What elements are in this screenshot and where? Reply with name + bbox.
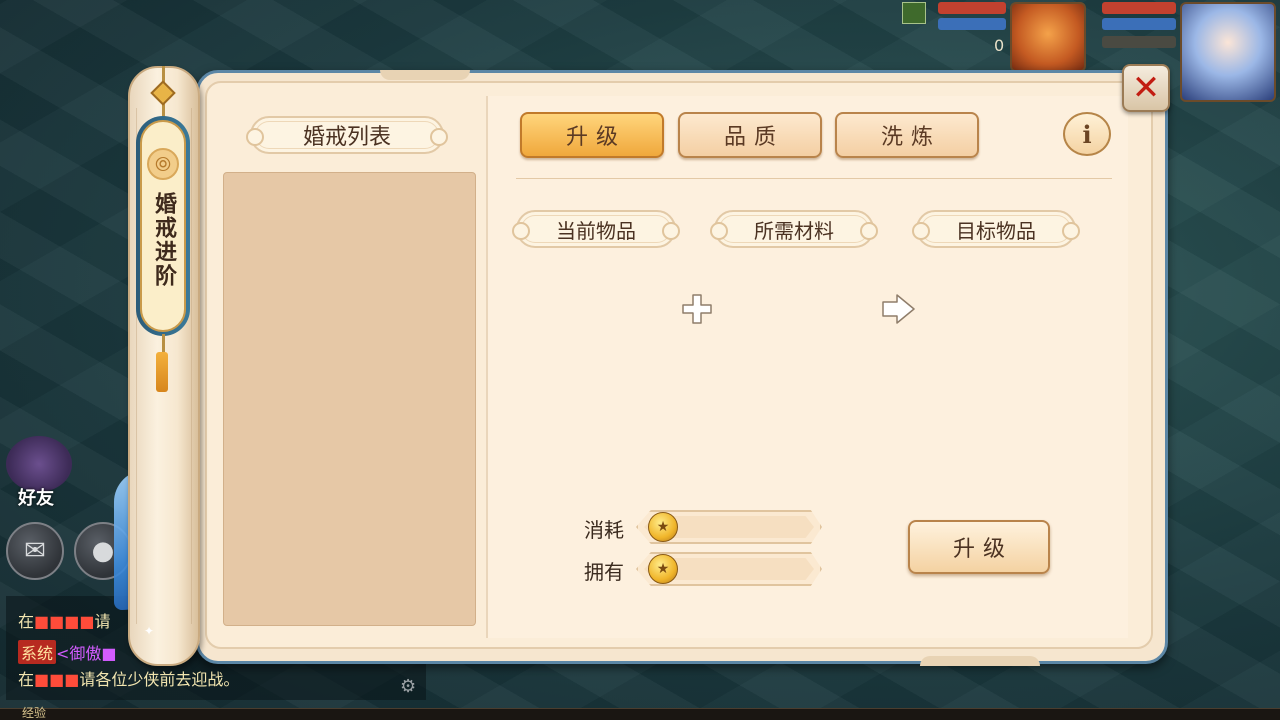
- target-item-plate: 目标物品: [912, 210, 1080, 248]
- tab-divider-line: [516, 178, 1112, 179]
- info-button[interactable]: i: [1063, 112, 1111, 156]
- chat-line-3: 在■■■请各位少侠前去迎战。: [18, 670, 240, 689]
- coin-icon: ★: [648, 512, 678, 542]
- tassel-decoration: [156, 352, 168, 392]
- pet-hp-bar: [938, 2, 1006, 14]
- buff-icon[interactable]: [902, 2, 926, 24]
- coin-icon: ★: [648, 554, 678, 584]
- ring-list-title: 婚戒列表: [302, 125, 391, 150]
- required-material-label: 所需材料: [754, 218, 834, 243]
- ring-list[interactable]: [223, 172, 476, 626]
- page-curl-top: [380, 70, 470, 80]
- tab-upgrade[interactable]: 升级: [520, 112, 664, 158]
- sparkle-icon: ✦: [144, 624, 155, 638]
- hero-mp-bar: [1102, 18, 1176, 30]
- chat-bubble-icon[interactable]: ✉: [6, 522, 64, 580]
- experience-label: 经验: [22, 706, 47, 720]
- required-material-plate: 所需材料: [710, 210, 878, 248]
- experience-bar: [0, 708, 1280, 720]
- pet-mp-bar: [938, 18, 1006, 30]
- current-item-label: 当前物品: [556, 218, 636, 243]
- tab-upgrade-label: 升级: [565, 125, 626, 150]
- side-title-tag-inner: ⦾ 婚戒进阶: [140, 120, 186, 332]
- plus-icon: [682, 294, 712, 324]
- close-button[interactable]: ✕: [1122, 64, 1170, 112]
- side-title: 婚戒进阶: [151, 192, 176, 288]
- chat-line-2: 系统 <御傲■: [18, 640, 117, 664]
- tab-quality[interactable]: 品质: [678, 112, 822, 158]
- info-icon: i: [1082, 119, 1092, 149]
- pet-level-number: 0: [994, 36, 1005, 55]
- ring-list-title-plate: 婚戒列表: [246, 116, 448, 154]
- hero-portrait[interactable]: [1180, 2, 1276, 102]
- hero-exp-bar: [1102, 36, 1176, 48]
- upgrade-button-label: 升级: [952, 537, 1013, 562]
- close-icon: ✕: [1131, 68, 1161, 108]
- chat-line-1: 在■■■■请: [18, 612, 111, 631]
- upgrade-button[interactable]: 升级: [908, 520, 1050, 574]
- arrow-right-icon: [882, 294, 915, 324]
- friend-label[interactable]: 好友: [18, 484, 54, 510]
- hero-hp-bar: [1102, 2, 1176, 14]
- page-curl-bottom: [920, 656, 1040, 666]
- spiral-emblem-icon: ⦾: [147, 148, 179, 180]
- pet-portrait[interactable]: [1010, 2, 1086, 72]
- system-tag: 系统: [18, 640, 57, 664]
- tab-quality-label: 品质: [723, 125, 784, 150]
- current-item-plate: 当前物品: [512, 210, 680, 248]
- chat-settings-gear-icon[interactable]: ⚙: [400, 676, 416, 697]
- target-item-label: 目标物品: [956, 218, 1036, 243]
- side-title-tag: ⦾ 婚戒进阶: [136, 116, 190, 336]
- tab-refine[interactable]: 洗炼: [835, 112, 979, 158]
- own-label: 拥有: [584, 560, 624, 584]
- consume-label: 消耗: [584, 518, 624, 542]
- tab-refine-label: 洗炼: [880, 125, 941, 150]
